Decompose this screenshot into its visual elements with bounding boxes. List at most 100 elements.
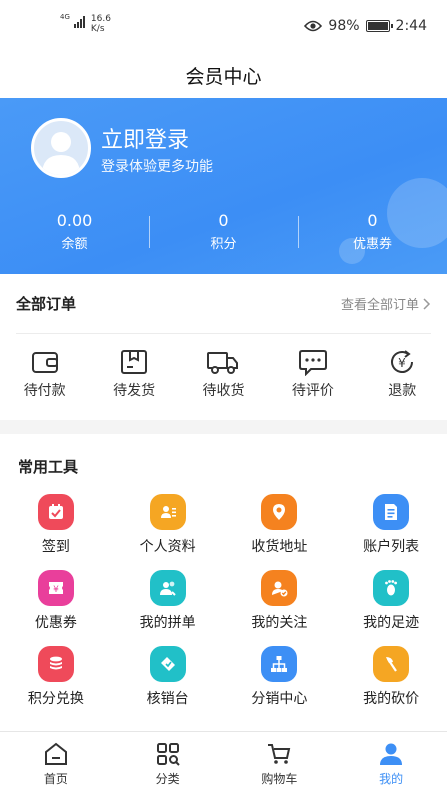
tool-label: 我的拼单 [139, 615, 196, 631]
clock: 2:44 [395, 18, 427, 34]
net-speed-value: 16.6 [90, 14, 111, 24]
default-avatar-icon [42, 132, 80, 175]
tool-address[interactable]: 收货地址 [224, 494, 336, 556]
battery-percent: 98% [328, 18, 360, 34]
order-label: 待收货 [202, 383, 245, 399]
tool-accounts[interactable]: 账户列表 [335, 494, 447, 556]
home-icon [44, 742, 67, 765]
order-refund[interactable]: ¥ 退款 [358, 348, 446, 400]
tab-label: 我的 [379, 772, 404, 786]
net-speed-unit: K/s [90, 24, 105, 34]
location-pin-icon [261, 494, 298, 530]
network-icon [261, 646, 298, 682]
avatar[interactable] [31, 118, 91, 178]
tab-label: 购物车 [261, 772, 298, 786]
comment-icon [298, 350, 327, 376]
orders-header: 全部订单 查看全部订单 [16, 274, 431, 334]
truck-icon [207, 352, 239, 374]
order-label: 待发货 [113, 383, 156, 399]
tool-label: 个人资料 [139, 539, 196, 555]
svg-text:¥: ¥ [398, 356, 406, 370]
tab-mine[interactable]: 我的 [335, 732, 447, 797]
net-speed: 16.6 K/s [91, 14, 111, 34]
chevron-right-icon [423, 297, 431, 310]
tool-following[interactable]: 我的关注 [224, 570, 336, 632]
tab-label: 首页 [43, 772, 68, 786]
eye-icon [304, 20, 323, 32]
login-subtitle: 登录体验更多功能 [101, 159, 213, 175]
order-pending-review[interactable]: 待评价 [269, 348, 357, 400]
tool-distribution[interactable]: 分销中心 [224, 646, 336, 708]
tool-group-buy[interactable]: 我的拼单 [112, 570, 224, 632]
status-right: 98% 2:44 [304, 18, 427, 34]
axe-icon [373, 646, 410, 682]
stat-label: 余额 [61, 237, 88, 252]
tab-label: 分类 [155, 772, 180, 786]
coupon-icon: ¥ [37, 570, 74, 606]
tool-label: 签到 [41, 539, 70, 555]
footprint-icon [373, 570, 410, 606]
tool-label: 我的足迹 [363, 615, 420, 631]
stat-coupons[interactable]: 0 优惠券 [298, 210, 447, 260]
cart-icon [268, 744, 291, 764]
tool-checkin[interactable]: 签到 [0, 494, 112, 556]
follow-user-icon [261, 570, 298, 606]
tool-footprints[interactable]: 我的足迹 [335, 570, 447, 632]
order-label: 待评价 [291, 383, 334, 399]
tool-points-exchange[interactable]: 积分兑换 [0, 646, 112, 708]
svg-text:¥: ¥ [53, 585, 59, 595]
login-title[interactable]: 立即登录 [101, 122, 189, 154]
wallet-icon [31, 352, 58, 373]
status-bar: 4G 16.6 K/s 98% 2:44 [0, 0, 447, 52]
tool-bargain[interactable]: 我的砍价 [335, 646, 447, 708]
member-header: 立即登录 登录体验更多功能 0.00 余额 0 积分 0 优惠券 [0, 98, 447, 274]
profile-card-icon [149, 494, 186, 530]
group-buy-icon [149, 570, 186, 606]
stat-label: 优惠券 [352, 237, 392, 252]
stat-balance[interactable]: 0.00 余额 [0, 210, 149, 260]
tool-profile[interactable]: 个人资料 [112, 494, 224, 556]
order-pending-receipt[interactable]: 待收货 [179, 348, 267, 400]
network-type-label: 4G [60, 13, 70, 21]
view-all-label: 查看全部订单 [340, 298, 419, 313]
tool-label: 收货地址 [251, 539, 308, 555]
bottom-tab-bar: 首页 分类 购物车 我的 [0, 731, 447, 797]
package-icon [121, 350, 148, 374]
points-stack-icon [37, 646, 74, 682]
tool-label: 积分兑换 [27, 691, 84, 707]
account-stats: 0.00 余额 0 积分 0 优惠券 [0, 210, 447, 260]
tool-label: 我的关注 [251, 615, 308, 631]
signal-bars-icon [73, 14, 85, 28]
category-icon [156, 743, 180, 766]
signal-area: 4G 16.6 K/s [60, 13, 111, 35]
tools-grid: 签到 个人资料 收货地址 账户列表 ¥ 优惠券 我的拼单 我的关注 我的足迹 积… [0, 482, 447, 708]
checkin-icon [37, 494, 74, 530]
tool-label: 核销台 [146, 691, 189, 707]
user-icon [380, 743, 403, 765]
battery-icon [365, 20, 393, 32]
order-pending-shipment[interactable]: 待发货 [90, 348, 178, 400]
orders-section: 全部订单 查看全部订单 待付款 待发货 待收货 待评价 ¥ 退款 [0, 274, 447, 420]
tab-category[interactable]: 分类 [112, 732, 224, 797]
tab-home[interactable]: 首页 [0, 732, 112, 797]
tab-cart[interactable]: 购物车 [224, 732, 336, 797]
order-pending-payment[interactable]: 待付款 [1, 348, 89, 400]
view-all-orders-link[interactable]: 查看全部订单 [341, 294, 431, 313]
stat-value: 0 [367, 211, 378, 230]
tools-section: 常用工具 签到 个人资料 收货地址 账户列表 ¥ 优惠券 我的拼单 我的关注 我… [0, 434, 447, 731]
stat-value: 0.00 [56, 211, 93, 230]
stat-value: 0 [218, 211, 229, 230]
tool-label: 我的砍价 [363, 691, 420, 707]
stat-label: 积分 [210, 237, 237, 252]
order-label: 退款 [388, 383, 417, 399]
tools-title: 常用工具 [18, 458, 79, 476]
tool-verification[interactable]: 核销台 [112, 646, 224, 708]
tool-label: 分销中心 [251, 691, 308, 707]
stat-points[interactable]: 0 积分 [149, 210, 298, 260]
tool-label: 优惠券 [34, 615, 77, 631]
order-status-row: 待付款 待发货 待收货 待评价 ¥ 退款 [0, 334, 447, 400]
ticket-check-icon [149, 646, 186, 682]
document-list-icon [373, 494, 410, 530]
tool-coupons[interactable]: ¥ 优惠券 [0, 570, 112, 632]
order-label: 待付款 [23, 383, 66, 399]
